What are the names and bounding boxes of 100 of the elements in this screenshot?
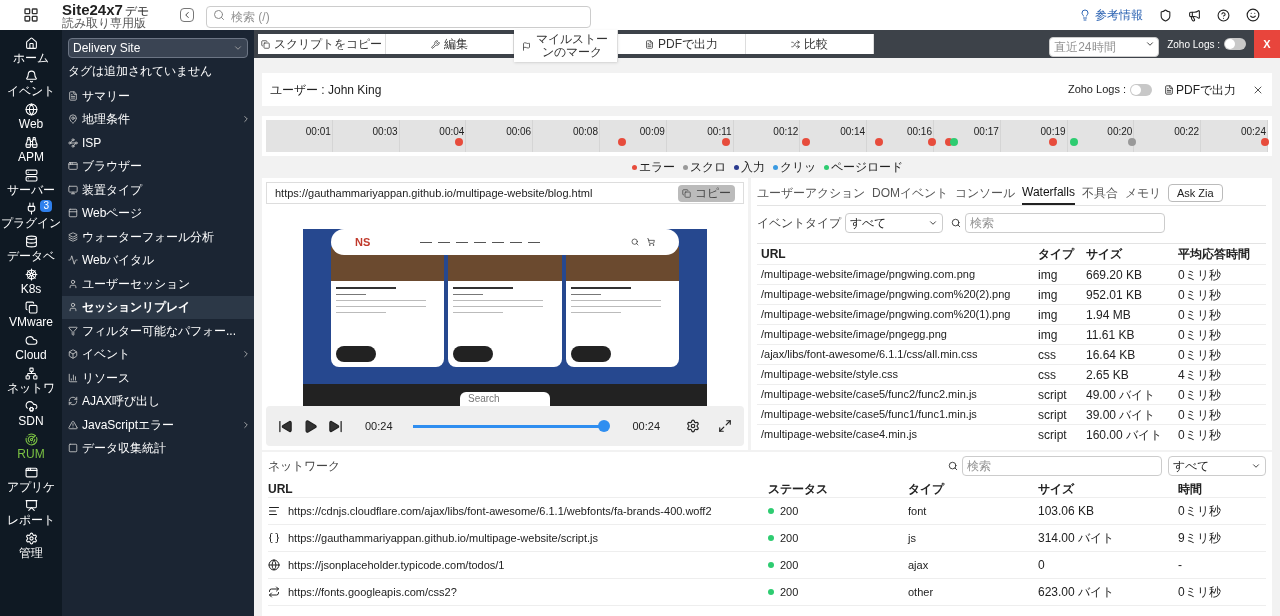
column-header: ステータス [768, 481, 829, 498]
tab[interactable]: ユーザーアクション [757, 181, 865, 205]
tab[interactable]: コンソール [955, 181, 1015, 205]
sidebar-item[interactable]: サマリー [62, 84, 254, 108]
table-cell-text: /multipage-website/image/pngegg.png [761, 327, 948, 343]
search-field[interactable]: 検索 (/) [206, 6, 591, 28]
toolbar-button[interactable]: PDFで出力 [618, 34, 746, 54]
rail-item[interactable]: ホーム [0, 34, 62, 67]
event-marker[interactable] [455, 138, 464, 146]
sidebar-item[interactable]: AJAX呼び出し [62, 389, 254, 413]
table-cell-text: ajax [908, 557, 930, 573]
rail-item[interactable]: イベント [0, 67, 62, 100]
help-icon[interactable] [1217, 8, 1230, 22]
tag-note: タグは追加されていません [67, 63, 213, 80]
sidebar-item[interactable]: セッションリプレイ [62, 295, 254, 319]
event-marker[interactable] [721, 138, 730, 146]
legend-label: クリッ [779, 159, 816, 176]
rail-item[interactable]: 管理 [0, 529, 62, 562]
column-header: タイプ [908, 481, 946, 498]
rail-item[interactable]: データベ [0, 232, 62, 265]
tab[interactable]: Waterfalls [1022, 181, 1075, 205]
sidebar-item[interactable]: イベント [62, 342, 254, 366]
event-marker[interactable] [1127, 138, 1136, 146]
rail-item[interactable]: SDN [0, 397, 62, 430]
table-cell-text: 0ミリ秒 [1178, 406, 1222, 424]
event-marker[interactable] [928, 138, 937, 146]
toggle-switch[interactable] [1130, 83, 1152, 96]
toolbar-button[interactable]: マイルストーンのマーク [514, 30, 618, 62]
play-icon[interactable] [303, 418, 318, 434]
tab[interactable]: メモリ [1124, 181, 1161, 205]
event-marker[interactable] [802, 138, 811, 146]
rail-item[interactable]: VMware [0, 298, 62, 331]
sidebar-item[interactable]: Webバイタル [62, 248, 254, 272]
table-cell-text: /multipage-website/image/pngwing.com.png [761, 267, 976, 283]
copy-button[interactable]: コピー [678, 184, 735, 202]
site-logo: NS [355, 234, 371, 250]
sidebar-item[interactable]: ユーザーセッション [62, 272, 254, 296]
sidebar-item[interactable]: ブラウザー [62, 154, 254, 178]
stacked-squares-icon [24, 301, 38, 314]
sidebar-item[interactable]: データ収集統計 [62, 436, 254, 460]
timeline-track[interactable]: 00:01 00:03 00:04 00:06 00:08 00:09 00:11 00:12 00:14 00:16 00:17 00:19 00:20 00:22 00:24 [266, 120, 1268, 152]
filter-select[interactable]: すべて [1168, 456, 1266, 476]
rail-item[interactable]: ネットワ [0, 364, 62, 397]
search-field[interactable]: 検索 [965, 212, 1165, 233]
event-marker[interactable] [1069, 138, 1078, 146]
app-grid-icon[interactable] [23, 7, 39, 23]
web-page-icon [68, 208, 78, 219]
progress-thumb[interactable] [598, 420, 611, 432]
table-cell-text: 0ミリ秒 [1178, 306, 1222, 324]
rail-item[interactable]: サーバー [0, 166, 62, 199]
rail-item[interactable]: Web [0, 100, 62, 133]
caret-icon [1145, 39, 1156, 49]
event-marker[interactable] [1261, 138, 1269, 146]
event-type-select[interactable]: すべて [845, 212, 943, 233]
time-range-field[interactable]: 直近24時間 [1049, 37, 1160, 57]
ask-zia-button[interactable]: Ask Zia [1167, 184, 1223, 202]
sidebar-item[interactable]: Webページ [62, 201, 254, 225]
rail-item[interactable]: RUM [0, 430, 62, 463]
pdf-export-button[interactable]: PDFで出力 [1164, 80, 1236, 99]
fullscreen-icon[interactable] [718, 419, 732, 433]
toolbar-button[interactable]: 編集 [386, 34, 514, 54]
rail-item[interactable]: Cloud [0, 331, 62, 364]
shield-icon[interactable] [1159, 8, 1172, 22]
help-link[interactable]: 参考情報 [1079, 6, 1143, 24]
rail-item[interactable]: APM [0, 133, 62, 166]
sidebar-item[interactable]: 装置タイプ [62, 178, 254, 202]
megaphone-icon[interactable] [1188, 8, 1201, 22]
avatar-icon[interactable] [1246, 8, 1260, 22]
event-marker[interactable] [875, 138, 884, 146]
rail-item[interactable]: アプリケ [0, 463, 62, 496]
site-select[interactable]: Delivery Site [68, 38, 248, 58]
sidebar-item[interactable]: リソース [62, 366, 254, 390]
rail-item[interactable]: K8s [0, 265, 62, 298]
collapse-button[interactable] [180, 8, 194, 22]
rail-item[interactable]: プラグイン 3 [0, 199, 62, 232]
pulse-icon [68, 255, 78, 266]
tab[interactable]: DOMイベント [872, 181, 948, 205]
sidebar-item[interactable]: 地理条件 [62, 107, 254, 131]
tab[interactable]: 不具合 [1081, 181, 1118, 205]
toolbar-button[interactable]: 比較 [746, 34, 874, 54]
sidebar-item[interactable]: ISP [62, 131, 254, 155]
toggle-switch[interactable] [1224, 38, 1246, 50]
skip-forward-icon[interactable] [328, 418, 343, 434]
globe-icon [24, 103, 38, 116]
skip-back-icon[interactable] [278, 418, 293, 434]
settings-icon[interactable] [686, 419, 700, 433]
url-field[interactable]: https://gauthammariyappan.github.io/multipage-website/blog.html コピー [266, 182, 744, 204]
sidebar-item[interactable]: ウォーターフォール分析 [62, 225, 254, 249]
table-cell-text: 4ミリ秒 [1178, 366, 1222, 384]
sidebar-item[interactable]: フィルター可能なパフォー... [62, 319, 254, 343]
rail-item[interactable]: レポート [0, 496, 62, 529]
event-marker[interactable] [617, 138, 626, 146]
event-marker[interactable] [1048, 138, 1057, 146]
sidebar-item[interactable]: JavaScriptエラー [62, 413, 254, 437]
chevron-left-icon [182, 10, 192, 20]
table-cell-text: 0 [1038, 557, 1046, 574]
close-button[interactable]: X [1254, 30, 1280, 58]
event-marker[interactable] [950, 138, 959, 146]
search-field[interactable]: 検索 [962, 456, 1162, 476]
toolbar-button[interactable]: スクリプトをコピー [258, 34, 386, 54]
